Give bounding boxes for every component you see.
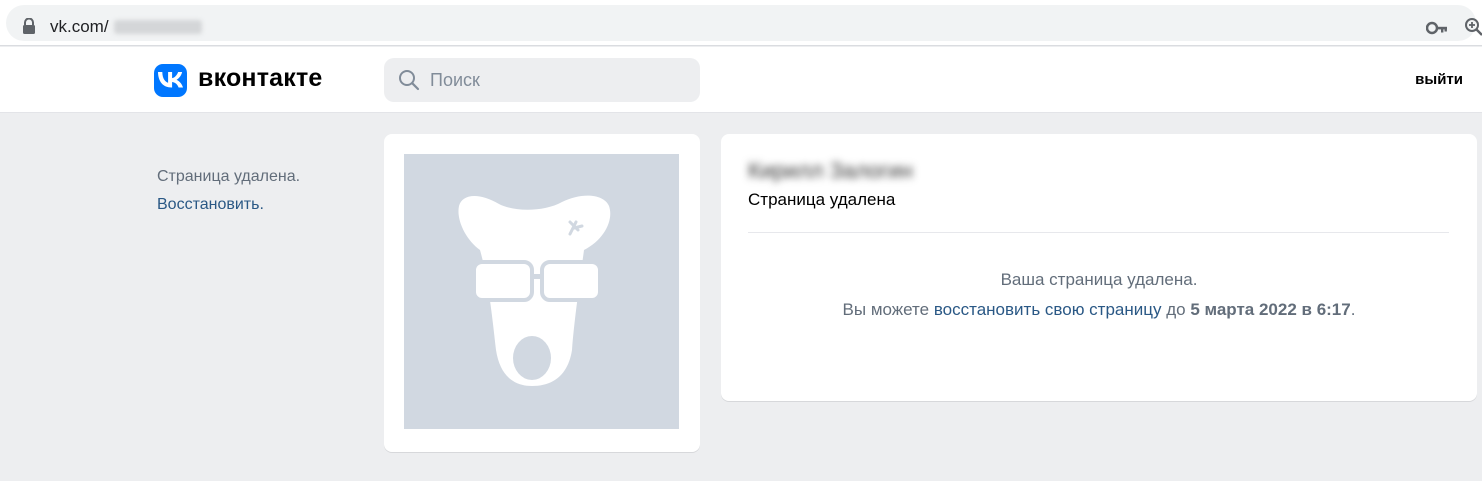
profile-status: Страница удалена bbox=[748, 190, 896, 209]
omnibox[interactable]: vk.com/ bbox=[6, 5, 1482, 41]
zoom-icon[interactable] bbox=[1464, 17, 1482, 37]
restore-message-suffix: . bbox=[1350, 300, 1356, 319]
profile-name: Кирилл Залогин bbox=[748, 158, 913, 183]
page-deleted-label: Страница удалена. bbox=[157, 168, 301, 185]
lock-icon[interactable] bbox=[22, 18, 36, 34]
url-redacted bbox=[114, 20, 202, 34]
search-icon bbox=[399, 70, 420, 91]
restore-deadline: 5 марта 2022 в 6:17 bbox=[1190, 300, 1351, 319]
vk-wordmark[interactable]: вконтакте bbox=[198, 64, 323, 93]
dog-placeholder-icon bbox=[458, 195, 611, 386]
deleted-message: Ваша страница удалена. bbox=[1000, 270, 1198, 289]
search-input[interactable] bbox=[430, 68, 680, 92]
restore-message-mid: до bbox=[1161, 300, 1191, 319]
logout-link[interactable]: выйти bbox=[1415, 71, 1463, 88]
deactivated-avatar bbox=[404, 154, 679, 429]
avatar-card bbox=[384, 134, 700, 452]
restore-link[interactable]: Восстановить. bbox=[157, 191, 300, 219]
vk-header: вконтакте выйти bbox=[0, 47, 1482, 113]
restore-message: Вы можете восстановить свою страницу до … bbox=[721, 300, 1477, 320]
profile-info-card: Кирилл Залогин Страница удалена Ваша стр… bbox=[721, 134, 1477, 401]
search-box[interactable] bbox=[384, 58, 700, 102]
left-notice: Страница удалена. Восстановить. bbox=[157, 163, 300, 219]
key-icon[interactable] bbox=[1426, 19, 1448, 37]
restore-message-prefix: Вы можете bbox=[842, 300, 934, 319]
vk-logo-icon[interactable] bbox=[154, 64, 187, 97]
divider bbox=[748, 232, 1449, 233]
url-text[interactable]: vk.com/ bbox=[50, 17, 109, 37]
browser-address-bar: vk.com/ bbox=[0, 0, 1482, 46]
restore-page-link[interactable]: восстановить свою страницу bbox=[934, 300, 1162, 319]
